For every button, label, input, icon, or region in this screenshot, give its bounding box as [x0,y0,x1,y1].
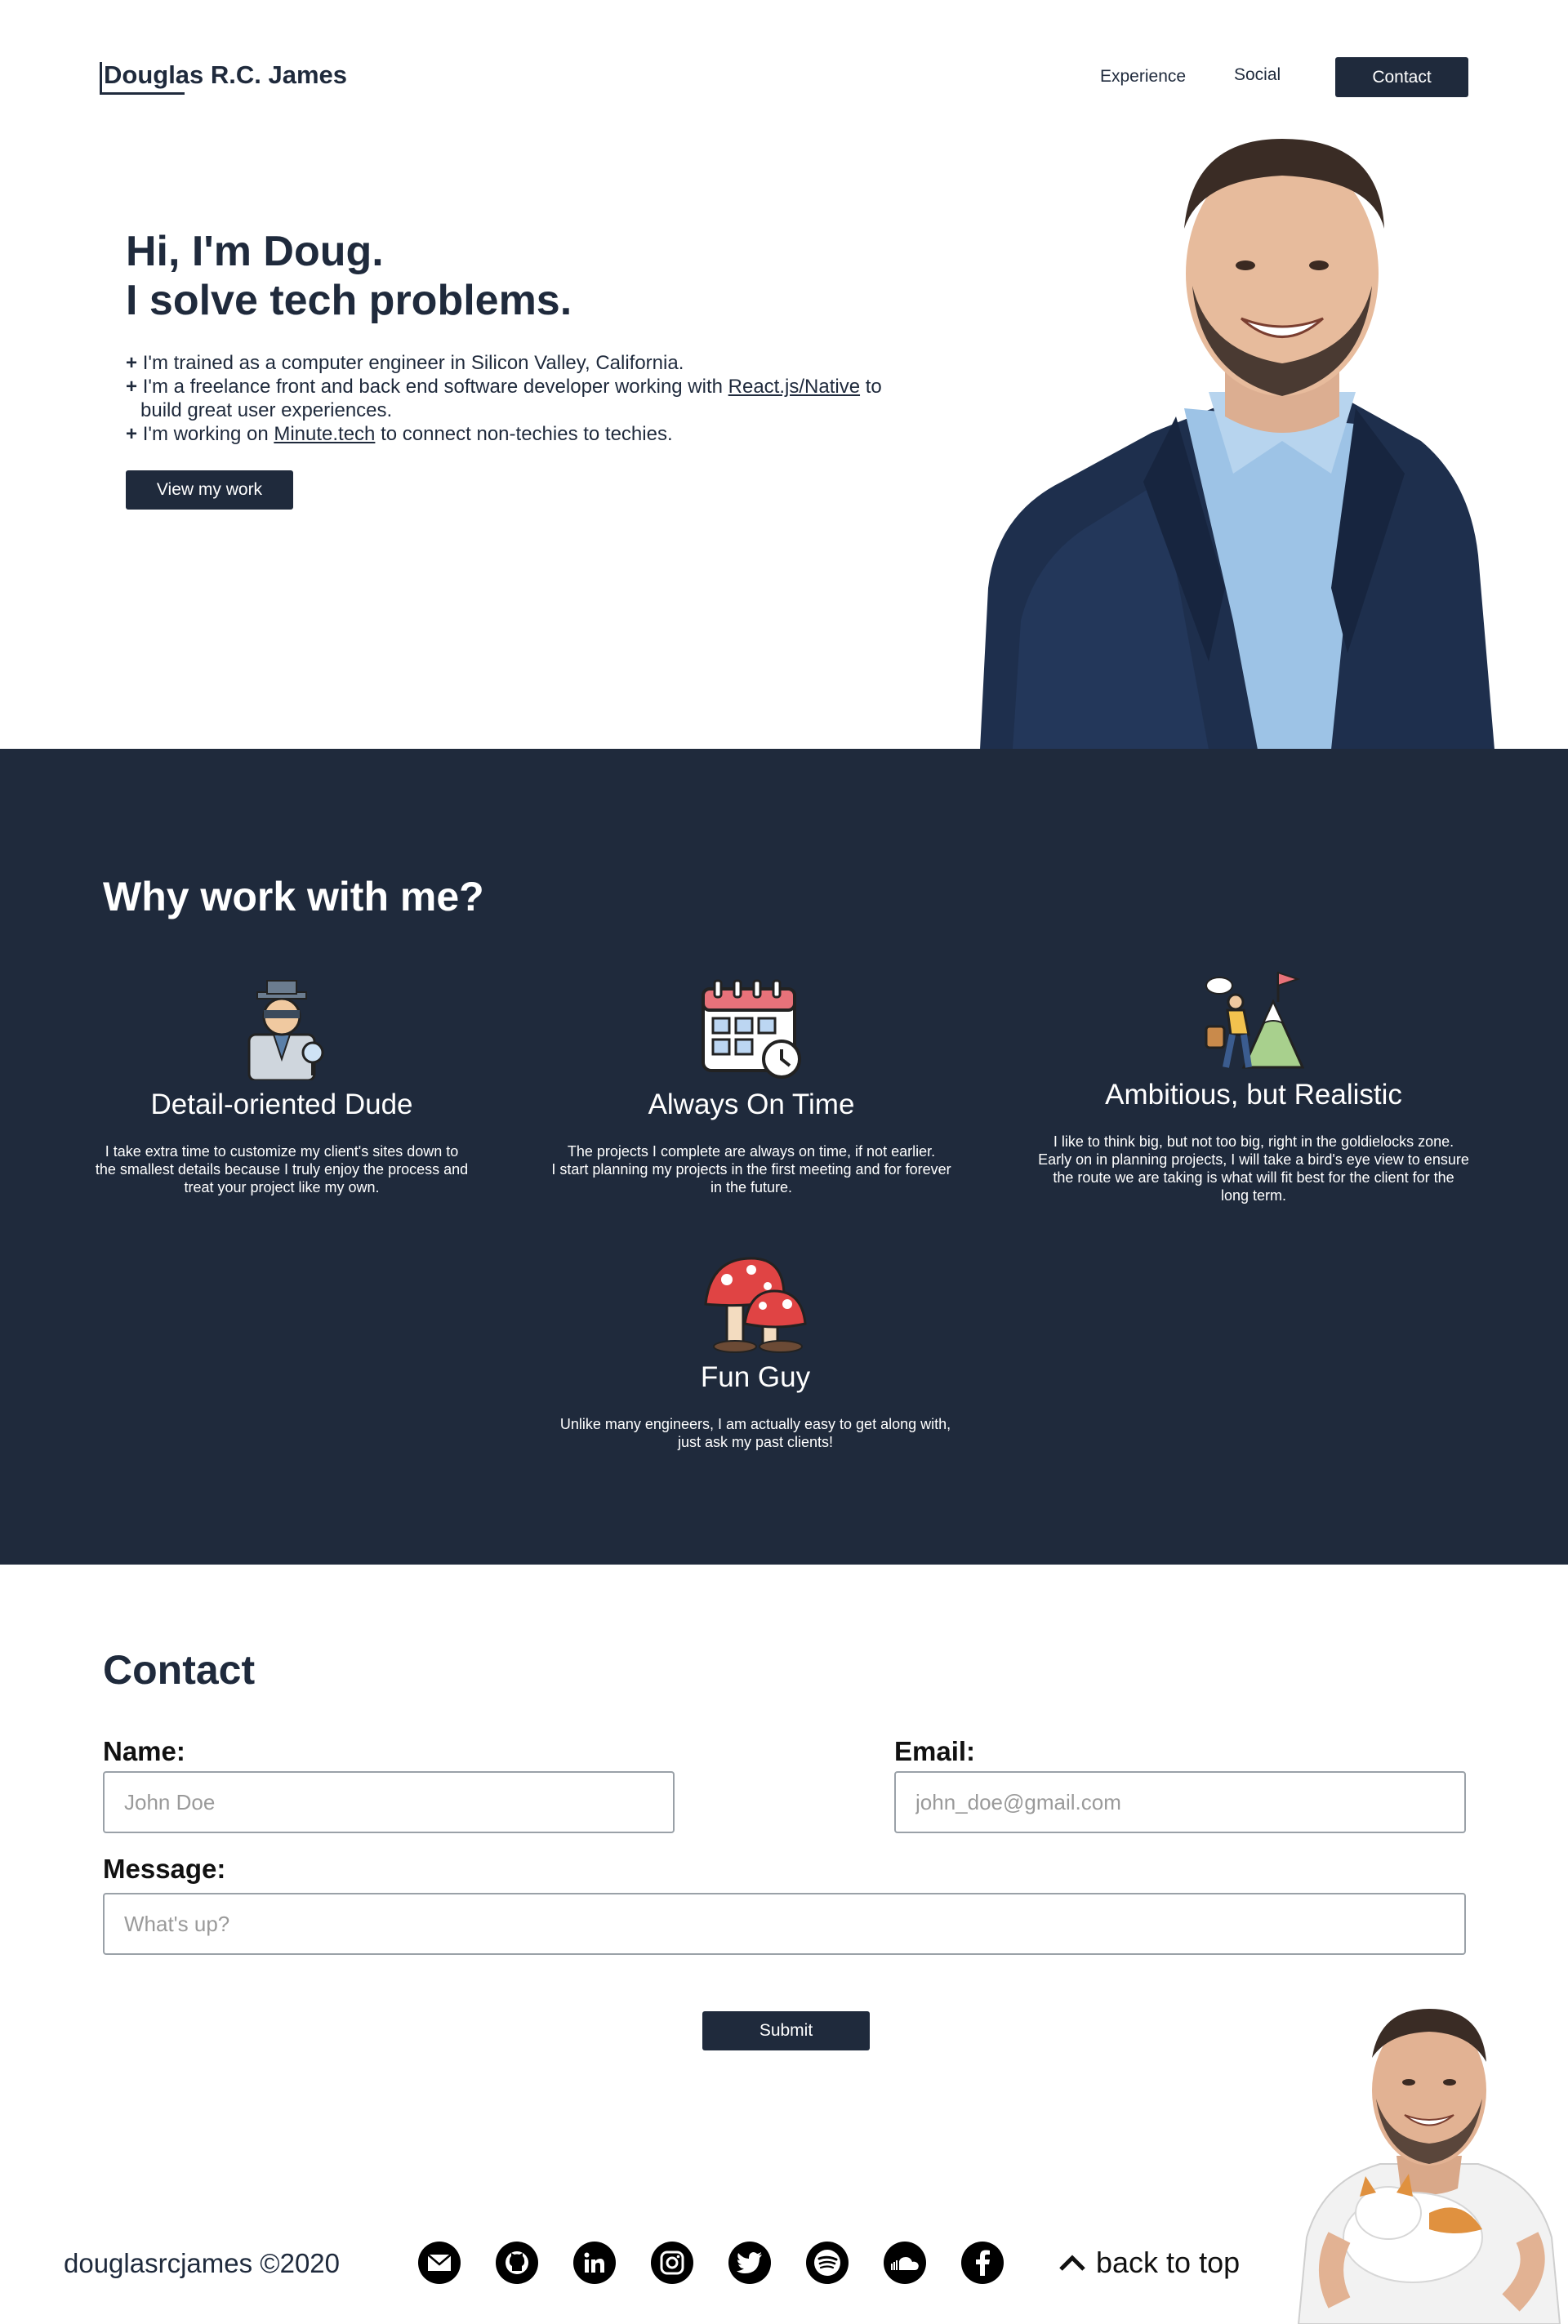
feature-card-ambitious: Ambitious, but Realistic I like to think… [1021,969,1486,1204]
why-title: Why work with me? [103,874,484,919]
feature-description: Unlike many engineers, I am actually eas… [559,1416,951,1450]
name-input[interactable] [103,1771,675,1833]
contact-title: Contact [103,1647,256,1693]
github-icon[interactable] [496,2242,538,2284]
email-input[interactable] [894,1771,1466,1833]
feature-description: I take extra time to customize my client… [95,1143,469,1195]
feature-title: Ambitious, but Realistic [1105,1079,1402,1111]
submit-button[interactable]: Submit [702,2011,870,2050]
calendar-clock-icon [702,979,801,1079]
feature-description: The projects I complete are always on ti… [551,1143,951,1195]
back-to-top-link[interactable]: back to top [1058,2246,1240,2280]
facebook-icon[interactable] [961,2242,1004,2284]
hero-title-line2: I solve tech problems. [126,277,572,324]
hero-bullet-3: + I'm working on Minute.tech to connect … [126,423,673,445]
feature-card-on-time: Always On Time The projects I complete a… [539,977,964,1196]
hero-bullet-list: + I'm trained as a computer engineer in … [126,351,902,446]
twitter-icon[interactable] [728,2242,771,2284]
portrait-photo [980,139,1494,750]
feature-title: Fun Guy [700,1361,811,1393]
view-my-work-button[interactable]: View my work [126,470,293,510]
chevron-up-icon [1059,2255,1085,2271]
footer-copyright: douglasrcjames ©2020 [64,2248,341,2278]
feature-title: Always On Time [648,1089,855,1120]
doug-with-cat-photo [1297,2009,1561,2324]
top-nav: Douglas R.C. James Experience Social Con… [0,0,1568,131]
hero-bullet-1: + I'm trained as a computer engineer in … [126,352,684,374]
linkedin-icon[interactable] [573,2242,616,2284]
brand-name: Douglas R.C. James [104,60,348,89]
nav-link-social[interactable]: Social [1234,65,1281,85]
name-label: Name: [103,1736,185,1766]
feature-card-detail: Detail-oriented Dude I take extra time t… [90,977,474,1196]
back-to-top-label: back to top [1096,2246,1241,2279]
mushroom-icon [704,1257,807,1353]
message-input[interactable] [103,1893,1466,1955]
soundcloud-icon[interactable] [884,2242,926,2284]
hero-title-line1: Hi, I'm Doug. [126,228,384,275]
feature-card-fun-guy: Fun Guy Unlike many engineers, I am actu… [539,1255,972,1451]
message-label: Message: [103,1854,226,1884]
email-icon[interactable] [418,2242,461,2284]
react-link[interactable]: React.js/Native [728,376,860,398]
feature-description: I like to think big, but not too big, ri… [1038,1133,1469,1204]
brand-underline [100,92,185,95]
minute-tech-link[interactable]: Minute.tech [274,423,375,445]
brand-cursor-mark [100,62,102,93]
why-section: Why work with me? Detail-oriented Dude I… [0,749,1568,1565]
nav-contact-button[interactable]: Contact [1335,57,1468,97]
spotify-icon[interactable] [806,2242,849,2284]
feature-title: Detail-oriented Dude [150,1089,413,1120]
brand-logo[interactable]: Douglas R.C. James [100,60,348,95]
nav-link-experience[interactable]: Experience [1100,67,1186,87]
hero-title: Hi, I'm Doug. I solve tech problems. [126,227,572,325]
email-label: Email: [894,1736,976,1766]
hero-bullet-2: + I'm a freelance front and back end sof… [126,376,882,421]
detective-icon [247,980,324,1080]
mountain-climber-icon [1205,971,1304,1069]
instagram-icon[interactable] [651,2242,693,2284]
